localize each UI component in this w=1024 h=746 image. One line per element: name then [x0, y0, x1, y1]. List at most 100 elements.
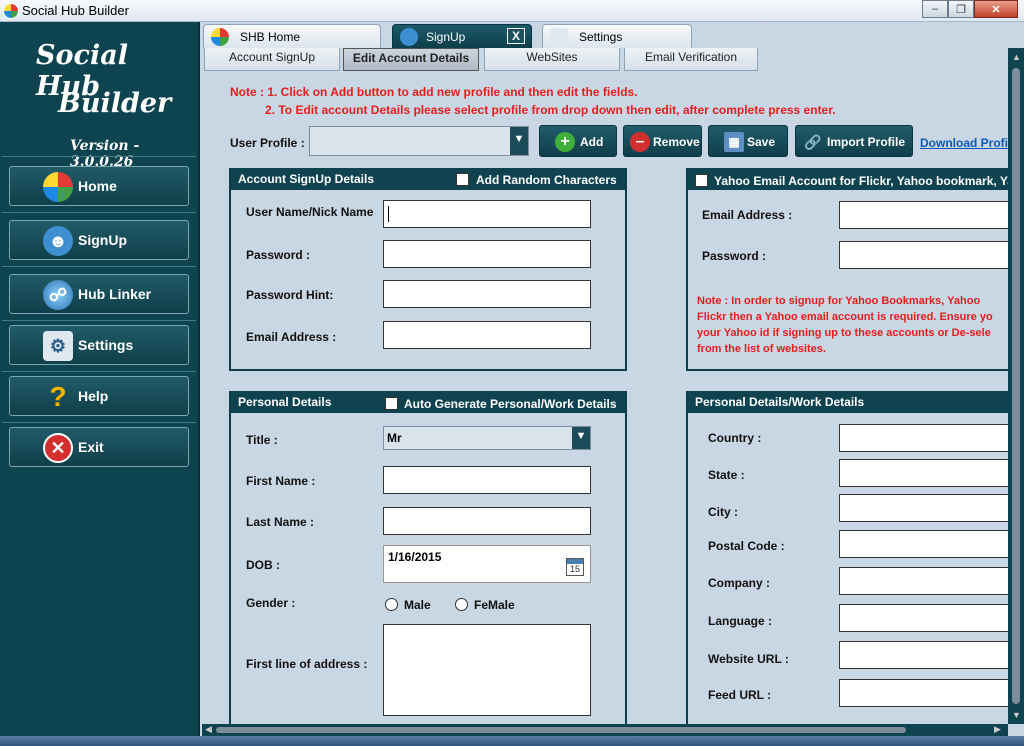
title-label: Title : — [246, 433, 278, 447]
username-input[interactable] — [383, 200, 591, 228]
sidebar-item-home[interactable]: Home — [9, 166, 189, 206]
gender-male-label: Male — [404, 598, 431, 612]
import-profile-button[interactable]: 🔗 Import Profile — [795, 125, 913, 157]
remove-profile-button[interactable]: – Remove — [623, 125, 702, 157]
tab-settings[interactable]: Settings — [542, 24, 692, 48]
app-logo-icon — [3, 3, 19, 19]
panel-title: Account SignUp Details — [238, 172, 375, 186]
remove-icon: – — [630, 132, 650, 152]
scroll-down-icon[interactable]: ▼ — [1012, 710, 1021, 720]
settings-icon — [550, 28, 568, 46]
calendar-icon[interactable]: 15 — [566, 558, 584, 576]
user-profile-select[interactable]: ▼ — [309, 126, 529, 156]
horizontal-scrollbar[interactable]: ◀ ▶ — [202, 724, 1008, 736]
first-name-input[interactable] — [383, 466, 591, 494]
city-input[interactable] — [839, 494, 1008, 522]
question-icon: ? — [49, 381, 67, 412]
maximize-icon[interactable]: ❐ — [948, 0, 974, 18]
add-label: Add — [580, 135, 604, 149]
gender-label: Gender : — [246, 596, 296, 610]
gender-female-label: FeMale — [474, 598, 515, 612]
title-select[interactable]: Mr ▼ — [383, 426, 591, 450]
scroll-left-icon[interactable]: ◀ — [205, 724, 212, 735]
yahoo-note-line4: from the list of websites. — [697, 343, 826, 355]
auto-generate-checkbox[interactable] — [385, 397, 398, 410]
tab-label: Settings — [579, 30, 623, 44]
password-hint-input[interactable] — [383, 280, 591, 308]
vertical-scrollbar[interactable]: ▲ ▼ — [1008, 48, 1024, 724]
subtab-websites[interactable]: WebSites — [484, 48, 620, 71]
chevron-down-icon[interactable]: ▼ — [510, 127, 528, 155]
sidebar-divider — [2, 422, 196, 423]
subtab-account-signup[interactable]: Account SignUp — [204, 48, 340, 71]
sidebar-item-label: Exit — [78, 439, 104, 455]
minimize-icon[interactable]: – — [922, 0, 948, 18]
password-hint-label: Password Hint: — [246, 288, 334, 302]
panel-header: Personal Details/Work Details — [688, 391, 1008, 413]
company-input[interactable] — [839, 567, 1008, 595]
sidebar-item-label: Home — [78, 178, 117, 194]
yahoo-account-checkbox[interactable] — [695, 174, 708, 187]
home-icon — [211, 28, 229, 46]
work-details-panel: Personal Details/Work Details Country : … — [686, 391, 1008, 724]
email-address-label: Email Address : — [246, 330, 337, 344]
address-textarea[interactable] — [383, 624, 591, 716]
sidebar-divider — [2, 320, 196, 321]
panel-header: Personal Details Auto Generate Personal/… — [231, 391, 625, 413]
sidebar-item-hub-linker[interactable]: ☍ Hub Linker — [9, 274, 189, 314]
username-label: User Name/Nick Name — [246, 205, 374, 219]
company-label: Company : — [708, 576, 771, 590]
tab-close-button[interactable]: X — [507, 28, 525, 44]
sidebar-item-settings[interactable]: ⚙ Settings — [9, 325, 189, 365]
country-input[interactable] — [839, 424, 1008, 452]
gender-female-radio[interactable] — [455, 598, 468, 611]
state-input[interactable] — [839, 459, 1008, 487]
sidebar-item-exit[interactable]: ✕ Exit — [9, 427, 189, 467]
personal-details-panel: Personal Details Auto Generate Personal/… — [229, 391, 627, 724]
exit-icon: ✕ — [43, 433, 73, 463]
import-label: Import Profile — [827, 135, 906, 149]
horizontal-scroll-thumb[interactable] — [216, 727, 906, 733]
yahoo-email-input[interactable] — [839, 201, 1008, 229]
yahoo-password-input[interactable] — [839, 241, 1008, 269]
tab-signup[interactable]: SignUp X — [392, 24, 532, 48]
add-random-characters-checkbox[interactable] — [456, 173, 469, 186]
language-input[interactable] — [839, 604, 1008, 632]
gender-male-radio[interactable] — [385, 598, 398, 611]
instruction-note-1: Note : 1. Click on Add button to add new… — [230, 85, 638, 99]
city-label: City : — [708, 505, 738, 519]
yahoo-email-label: Email Address : — [702, 208, 793, 222]
yahoo-account-label: Yahoo Email Account for Flickr, Yahoo bo… — [714, 174, 1008, 188]
sidebar-item-help[interactable]: ? Help — [9, 376, 189, 416]
postal-code-input[interactable] — [839, 530, 1008, 558]
add-icon: + — [555, 132, 575, 152]
password-input[interactable] — [383, 240, 591, 268]
sidebar: Social Hub Builder Version - 3.0.0.26 Ho… — [0, 22, 200, 746]
add-profile-button[interactable]: + Add — [539, 125, 617, 157]
sidebar-divider — [2, 371, 196, 372]
chevron-down-icon[interactable]: ▼ — [572, 427, 590, 449]
email-address-input[interactable] — [383, 321, 591, 349]
sidebar-item-label: Settings — [78, 337, 134, 353]
dob-value: 1/16/2015 — [388, 550, 442, 564]
feed-url-input[interactable] — [839, 679, 1008, 707]
download-profile-link[interactable]: Download Profi — [920, 136, 1008, 150]
save-icon: ▦ — [724, 132, 744, 152]
scroll-up-icon[interactable]: ▲ — [1012, 52, 1021, 62]
subtab-edit-account-details[interactable]: Edit Account Details — [343, 48, 479, 71]
window-titlebar: Social Hub Builder – ❐ ✕ — [0, 0, 1024, 22]
last-name-input[interactable] — [383, 507, 591, 535]
close-icon[interactable]: ✕ — [974, 0, 1018, 18]
scroll-right-icon[interactable]: ▶ — [994, 724, 1001, 735]
window-controls: – ❐ ✕ — [922, 0, 1018, 18]
subtab-email-verification[interactable]: Email Verification — [624, 48, 758, 71]
vertical-scroll-thumb[interactable] — [1012, 68, 1020, 704]
save-profile-button[interactable]: ▦ Save — [708, 125, 788, 157]
website-url-input[interactable] — [839, 641, 1008, 669]
tab-shb-home[interactable]: SHB Home — [203, 24, 381, 48]
first-name-label: First Name : — [246, 474, 316, 488]
window-title: Social Hub Builder — [22, 3, 129, 18]
dob-date-picker[interactable]: 1/16/2015 15 — [383, 545, 591, 583]
sidebar-item-signup[interactable]: ☻ SignUp — [9, 220, 189, 260]
users-icon — [400, 28, 418, 46]
